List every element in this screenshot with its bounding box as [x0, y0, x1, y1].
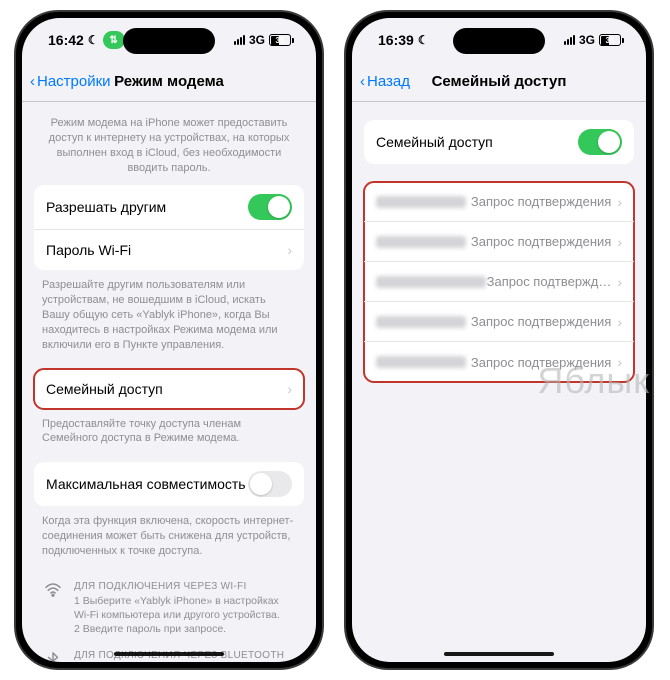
member-name-redacted — [376, 236, 466, 248]
family-member-row[interactable]: Запрос подтверждения › — [364, 182, 634, 222]
dynamic-island — [123, 28, 215, 54]
back-button[interactable]: ‹ Назад — [360, 73, 410, 90]
chevron-right-icon: › — [287, 381, 292, 397]
chevron-left-icon: ‹ — [30, 73, 35, 90]
member-status: Запрос подтвержд… — [487, 274, 612, 289]
home-indicator[interactable] — [114, 652, 224, 656]
member-name-redacted — [376, 196, 466, 208]
status-time: 16:39 — [378, 32, 414, 48]
cellular-signal-icon — [564, 35, 575, 45]
family-sharing-toggle-row[interactable]: Семейный доступ — [364, 120, 634, 164]
wifi-instr-title: ДЛЯ ПОДКЛЮЧЕНИЯ ЧЕРЕЗ WI-FI — [74, 581, 296, 592]
phone-right: 16:39 ☾ 3G 36 ‹ Назад — [344, 10, 654, 670]
nav-bar: ‹ Настройки Режим модема — [22, 62, 316, 102]
compat-label: Максимальная совместимость — [46, 476, 248, 492]
family-sharing-note: Предоставляйте точку доступа членам Семе… — [34, 409, 304, 453]
back-button[interactable]: ‹ Настройки — [30, 73, 111, 90]
allow-others-note: Разрешайте другим пользователям или устр… — [34, 270, 304, 358]
phone-left: 16:42 ☾ ⇅ 3G 35 ‹ — [14, 10, 324, 670]
network-label: 3G — [579, 33, 595, 47]
allow-others-label: Разрешать другим — [46, 199, 248, 215]
member-status: Запрос подтверждения — [471, 194, 611, 209]
home-indicator[interactable] — [444, 652, 554, 656]
member-status: Запрос подтверждения — [471, 314, 611, 329]
wifi-instr-line: 1 Выберите «Yablyk iPhone» в настройках … — [74, 594, 296, 622]
back-label: Настройки — [37, 73, 111, 90]
chevron-left-icon: ‹ — [360, 73, 365, 90]
family-member-row[interactable]: Запрос подтвержд… › — [364, 262, 634, 302]
bluetooth-icon — [42, 650, 64, 662]
family-sharing-row-highlight: Семейный доступ › — [34, 369, 304, 409]
family-member-row[interactable]: Запрос подтверждения › — [364, 342, 634, 382]
family-members-list-highlight: Запрос подтверждения › Запрос подтвержде… — [364, 182, 634, 382]
compat-switch[interactable] — [248, 471, 292, 497]
member-name-redacted — [376, 316, 466, 328]
wifi-icon — [42, 581, 64, 637]
family-sharing-label: Семейный доступ — [46, 381, 281, 397]
member-name-redacted — [376, 276, 486, 288]
network-label: 3G — [249, 33, 265, 47]
member-status: Запрос подтверждения — [471, 234, 611, 249]
battery-icon: 35 — [269, 34, 294, 46]
wifi-password-row[interactable]: Пароль Wi-Fi › — [34, 230, 304, 270]
wifi-instr-line: 2 Введите пароль при запросе. — [74, 622, 296, 636]
chevron-right-icon: › — [617, 274, 622, 290]
battery-icon: 36 — [599, 34, 624, 46]
compat-row[interactable]: Максимальная совместимость — [34, 462, 304, 506]
family-sharing-row[interactable]: Семейный доступ › — [34, 369, 304, 409]
member-name-redacted — [376, 356, 466, 368]
dnd-moon-icon: ☾ — [418, 33, 429, 47]
dynamic-island — [453, 28, 545, 54]
compat-note: Когда эта функция включена, скорость инт… — [34, 506, 304, 565]
dnd-moon-icon: ☾ — [88, 33, 99, 47]
status-time: 16:42 — [48, 32, 84, 48]
wifi-instructions: ДЛЯ ПОДКЛЮЧЕНИЯ ЧЕРЕЗ WI-FI 1 Выберите «… — [34, 575, 304, 645]
family-sharing-switch[interactable] — [578, 129, 622, 155]
allow-others-row[interactable]: Разрешать другим — [34, 185, 304, 230]
intro-text: Режим модема на iPhone может предоставит… — [34, 102, 304, 185]
page-title: Режим модема — [114, 73, 224, 90]
nav-bar: ‹ Назад Семейный доступ — [352, 62, 646, 102]
wifi-password-label: Пароль Wi-Fi — [46, 242, 281, 258]
member-status: Запрос подтверждения — [471, 355, 611, 370]
cellular-signal-icon — [234, 35, 245, 45]
hotspot-active-icon: ⇅ — [103, 31, 125, 49]
chevron-right-icon: › — [617, 354, 622, 370]
page-title: Семейный доступ — [432, 73, 567, 90]
allow-others-switch[interactable] — [248, 194, 292, 220]
chevron-right-icon: › — [617, 194, 622, 210]
chevron-right-icon: › — [617, 314, 622, 330]
chevron-right-icon: › — [287, 242, 292, 258]
family-member-row[interactable]: Запрос подтверждения › — [364, 222, 634, 262]
family-member-row[interactable]: Запрос подтверждения › — [364, 302, 634, 342]
back-label: Назад — [367, 73, 410, 90]
chevron-right-icon: › — [617, 234, 622, 250]
family-sharing-toggle-label: Семейный доступ — [376, 134, 578, 150]
